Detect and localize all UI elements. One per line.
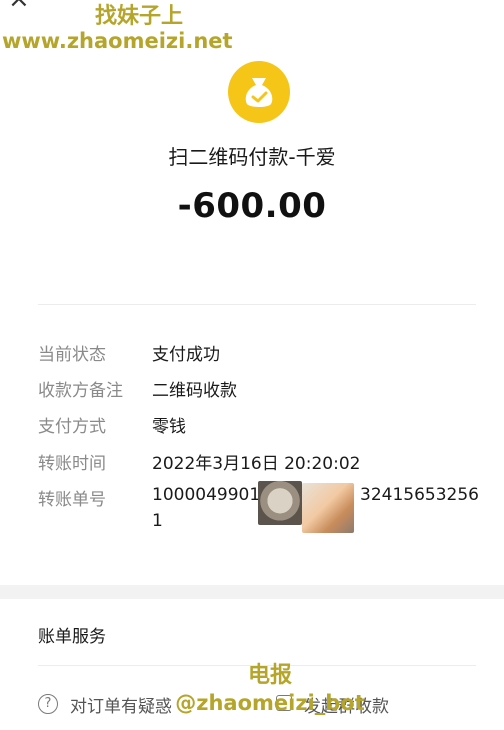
time-label: 转账时间 bbox=[38, 454, 106, 474]
question-icon: ? bbox=[38, 694, 58, 714]
status-value: 支付成功 bbox=[152, 345, 220, 365]
watermark-line-2: www.zhaomeizi.net bbox=[2, 29, 233, 54]
money-bag-check-icon bbox=[228, 61, 290, 123]
watermark-bottom: 电报 @zhaomeizi_bot bbox=[150, 662, 390, 716]
hamster-sticker-image bbox=[302, 483, 354, 533]
divider bbox=[38, 304, 476, 305]
note-label: 收款方备注 bbox=[38, 381, 123, 401]
method-value: 零钱 bbox=[152, 417, 186, 437]
txn-id-part-3: 1 bbox=[152, 511, 163, 531]
txn-id-part-2: 32415653256 bbox=[360, 485, 479, 505]
txn-id-part-1: 1000049901 bbox=[152, 485, 261, 505]
bill-services-title: 账单服务 bbox=[38, 627, 106, 647]
note-value: 二维码收款 bbox=[152, 381, 237, 401]
watermark-bottom-line-2: @zhaomeizi_bot bbox=[175, 690, 365, 715]
amount: -600.00 bbox=[177, 186, 327, 226]
watermark-bottom-line-1: 电报 bbox=[247, 663, 292, 688]
watermark-top: 找妹子上 www.zhaomeizi.net bbox=[0, 4, 260, 53]
section-separator bbox=[0, 585, 504, 599]
time-value: 2022年3月16日 20:20:02 bbox=[152, 454, 361, 474]
cat-sticker-image bbox=[258, 481, 302, 525]
txn-label: 转账单号 bbox=[38, 490, 106, 510]
watermark-line-1: 找妹子上 bbox=[94, 4, 183, 29]
status-label: 当前状态 bbox=[38, 345, 106, 365]
method-label: 支付方式 bbox=[38, 417, 106, 437]
merchant-title: 扫二维码付款-千爱 bbox=[168, 145, 336, 169]
